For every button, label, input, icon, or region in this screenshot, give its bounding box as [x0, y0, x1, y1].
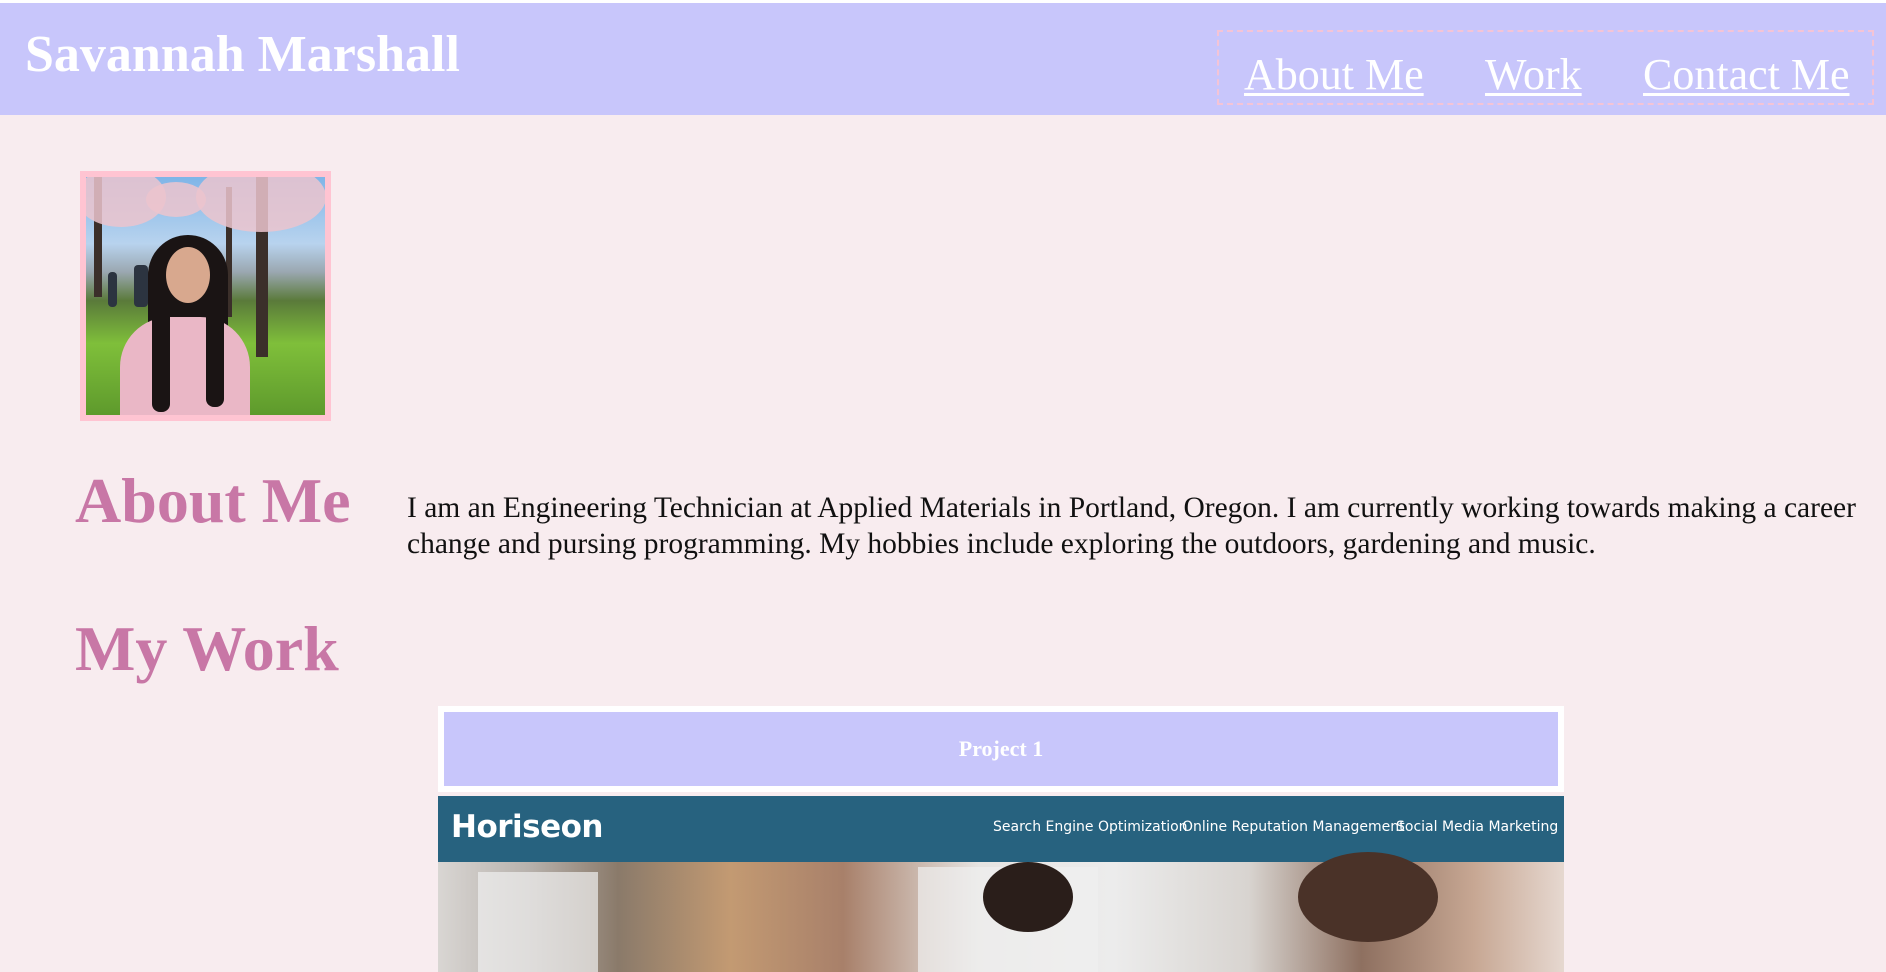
site-header: Savannah Marshall About Me Work Contact …: [0, 3, 1886, 115]
nav-link-about-me[interactable]: About Me: [1244, 53, 1424, 97]
project-label-box: Project 1: [438, 706, 1564, 792]
profile-photo-image: [86, 177, 325, 415]
about-text: I am an Engineering Technician at Applie…: [407, 492, 1856, 560]
main-nav: About Me Work Contact Me: [1217, 30, 1874, 105]
screenshot-nav-item: Social Media Marketing: [1396, 819, 1559, 835]
screenshot-nav-item: Online Reputation Management: [1182, 819, 1405, 835]
project-label-banner: Project 1: [444, 712, 1558, 786]
horiseon-logo: Horiseon: [451, 809, 604, 845]
screenshot-nav-item: Search Engine Optimization: [993, 819, 1188, 835]
profile-photo: [80, 171, 331, 421]
project-card[interactable]: Project 1 Horiseon Search Engine Optimiz…: [438, 706, 1564, 972]
site-title: Savannah Marshall: [25, 26, 460, 83]
work-heading: My Work: [75, 613, 339, 684]
nav-link-contact-me[interactable]: Contact Me: [1643, 53, 1850, 97]
project-label: Project 1: [958, 736, 1044, 761]
project-screenshot-header: Horiseon Search Engine Optimization Onli…: [438, 796, 1564, 862]
about-heading: About Me: [75, 465, 351, 536]
project-screenshot-hero-image: [438, 852, 1564, 972]
nav-link-work[interactable]: Work: [1485, 53, 1582, 97]
